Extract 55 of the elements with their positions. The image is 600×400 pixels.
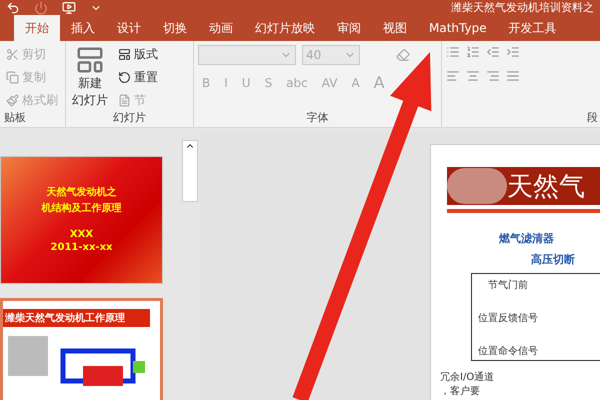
diagram-label: 位置命令信号 <box>478 344 539 358</box>
layout-icon <box>118 48 131 61</box>
bullets-icon[interactable] <box>446 45 460 59</box>
slide-title: 天然气 <box>507 170 585 204</box>
ribbon-tab[interactable]: 开始 <box>14 15 60 41</box>
diagram-label: ，客户要 <box>440 384 481 398</box>
align-left-icon[interactable] <box>446 69 460 83</box>
diagram-label: 高压切断 <box>531 252 575 267</box>
indent-increase-icon[interactable] <box>506 45 520 59</box>
diagram-label: 位置反馈信号 <box>478 312 539 325</box>
window-title: 潍柴天然气发动机培训资料之 <box>451 0 594 15</box>
copy-icon <box>6 71 19 84</box>
ribbon-tab[interactable]: 插入 <box>60 15 106 41</box>
paintbrush-icon <box>6 94 19 107</box>
reset-icon <box>118 71 131 84</box>
ribbon-tab[interactable]: 开发工具 <box>498 15 568 41</box>
ribbon-tab[interactable]: 动画 <box>198 15 244 41</box>
thumbnail-text: 2011-xx-xx <box>50 242 112 253</box>
numbering-icon[interactable] <box>466 45 480 59</box>
clear-format-icon[interactable] <box>396 48 410 62</box>
align-right-icon[interactable] <box>486 69 500 83</box>
scrollbar[interactable] <box>182 140 198 202</box>
group-label: 贴板 <box>4 110 27 125</box>
diagram-label: 节气门前 <box>487 278 529 292</box>
document-icon <box>118 94 131 107</box>
blurred-block <box>447 168 507 204</box>
slideshow-icon[interactable] <box>62 0 76 14</box>
diagram-label: 燃气滤清器 <box>499 231 554 246</box>
group-label: 段 <box>586 110 598 125</box>
ribbon-tab[interactable]: 审阅 <box>326 15 372 41</box>
layout-icon <box>75 45 105 75</box>
align-center-icon[interactable] <box>466 69 480 83</box>
slide-thumbnail[interactable]: 天然气发动机之 机结构及工作原理 XXX 2011-xx-xx <box>0 156 163 284</box>
ribbon-tab[interactable]: 切换 <box>152 15 198 41</box>
group-label: 字体 <box>306 110 330 125</box>
power-icon[interactable] <box>34 0 48 14</box>
ribbon-tab[interactable]: 幻灯片放映 <box>244 15 326 41</box>
undo-icon[interactable] <box>6 0 20 14</box>
ribbon-command[interactable]: 重置 <box>116 68 160 87</box>
ribbon-tab[interactable]: 设计 <box>106 15 152 41</box>
ribbon-tab[interactable]: MathType <box>418 15 498 41</box>
new-slide-button[interactable]: 新建 幻灯片 <box>70 45 110 110</box>
ribbon-command[interactable]: 版式 <box>116 45 160 64</box>
justify-icon[interactable] <box>506 69 520 83</box>
group-label: 幻灯片 <box>112 110 147 125</box>
scissors-icon <box>6 48 19 61</box>
font-name-field[interactable] <box>198 45 296 65</box>
thumbnail-title: 潍柴天然气发动机工作原理 <box>3 309 150 327</box>
slide-thumbnail[interactable]: 潍柴天然气发动机工作原理 <box>0 298 163 400</box>
ribbon-tab[interactable]: 视图 <box>372 15 418 41</box>
thumbnail-text: 机结构及工作原理 <box>42 202 122 215</box>
thumbnail-text: XXX <box>70 229 94 240</box>
indent-decrease-icon[interactable] <box>486 45 500 59</box>
diagram-label: 冗余I/O通道 <box>440 370 494 384</box>
thumbnail-text: 天然气发动机之 <box>46 185 116 199</box>
